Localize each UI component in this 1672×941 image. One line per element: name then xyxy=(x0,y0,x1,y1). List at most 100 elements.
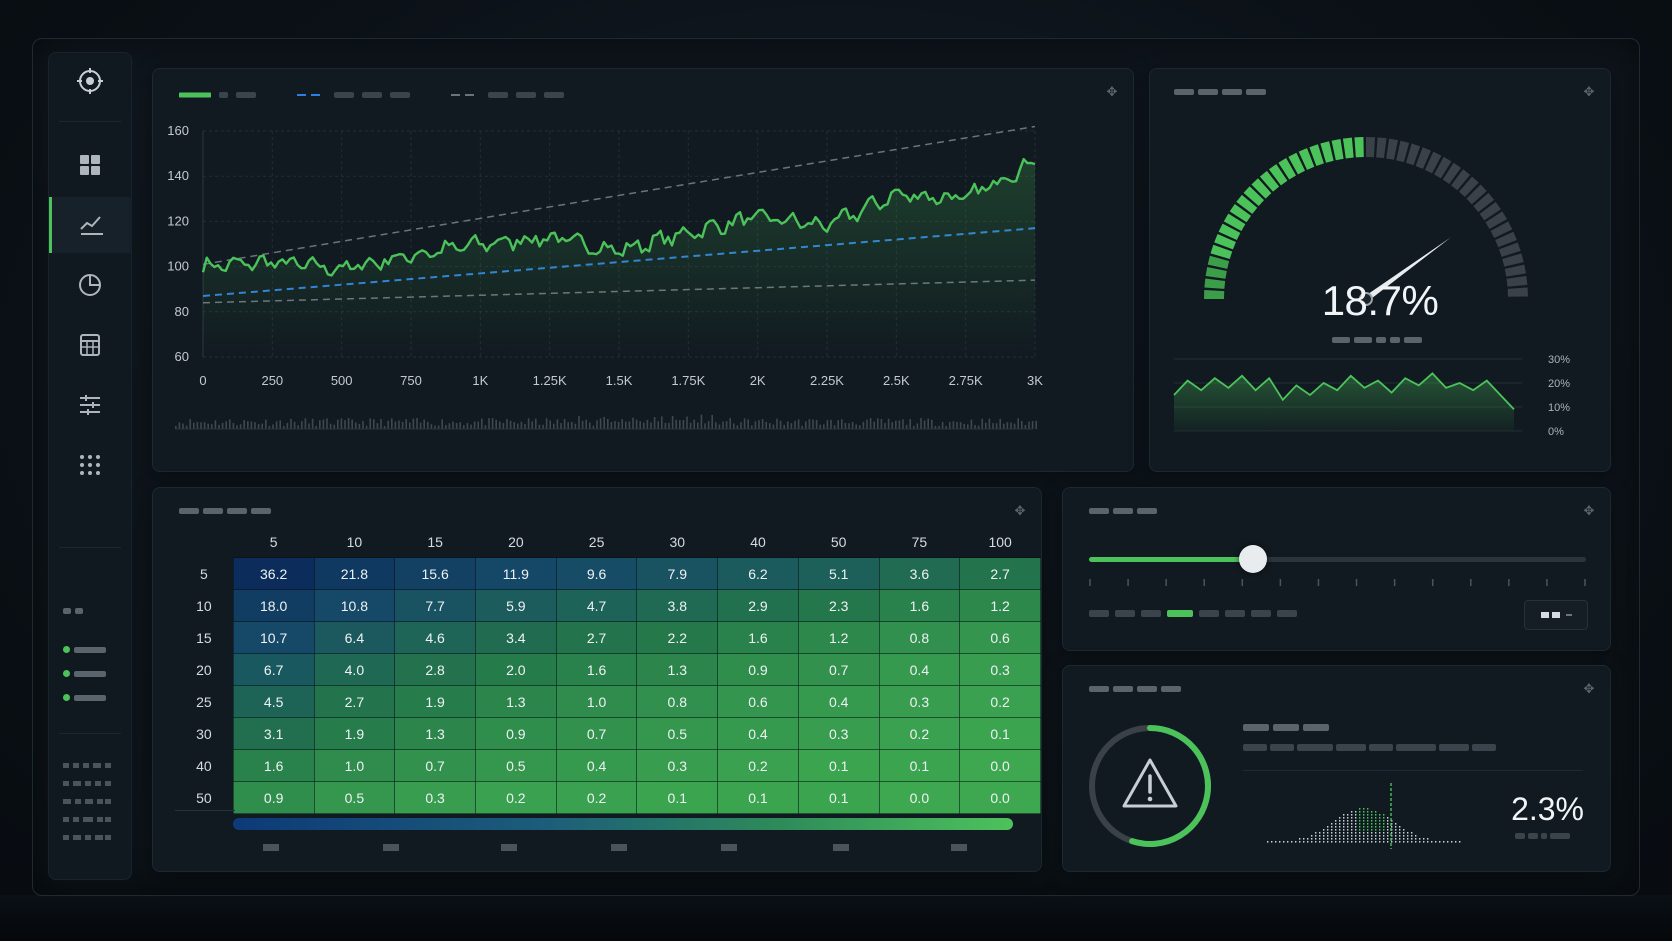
heatmap-cell[interactable]: 0.4 xyxy=(555,749,638,782)
move-handle-icon[interactable]: ✥ xyxy=(1582,85,1596,99)
volume-bar xyxy=(369,418,371,429)
heatmap-cell[interactable]: 0.0 xyxy=(959,781,1041,814)
heatmap-cell[interactable]: 5.9 xyxy=(474,589,557,622)
volume-bar xyxy=(743,418,746,429)
heatmap-cell[interactable]: 18.0 xyxy=(232,589,315,622)
distribution-dot xyxy=(1403,835,1405,837)
heatmap-cell[interactable]: 1.3 xyxy=(636,653,719,686)
heatmap-cell[interactable]: 5.1 xyxy=(797,557,880,590)
heatmap-cell[interactable]: 1.6 xyxy=(232,749,315,782)
heatmap-cell[interactable]: 1.3 xyxy=(394,717,476,750)
heatmap-cell[interactable]: 6.2 xyxy=(717,557,799,590)
heatmap-cell[interactable]: 4.7 xyxy=(555,589,638,622)
heatmap-cell[interactable]: 0.2 xyxy=(474,781,557,814)
heatmap-cell[interactable]: 0.8 xyxy=(878,621,961,654)
heatmap-cell[interactable]: 2.8 xyxy=(394,653,476,686)
heatmap-cell[interactable]: 3.1 xyxy=(232,717,315,750)
heatmap-cell[interactable]: 0.1 xyxy=(636,781,719,814)
heatmap-cell[interactable]: 0.9 xyxy=(474,717,557,750)
heatmap-cell[interactable]: 2.0 xyxy=(474,653,557,686)
heatmap-cell[interactable]: 0.5 xyxy=(474,749,557,782)
heatmap-cell[interactable]: 0.7 xyxy=(394,749,476,782)
heatmap-cell[interactable]: 2.7 xyxy=(959,557,1041,590)
heatmap-cell[interactable]: 1.6 xyxy=(555,653,638,686)
volume-bar xyxy=(574,423,577,429)
heatmap-cell[interactable]: 0.1 xyxy=(959,717,1041,750)
heatmap-cell[interactable]: 10.7 xyxy=(232,621,315,654)
heatmap-cell[interactable]: 1.2 xyxy=(797,621,880,654)
line-chart-icon[interactable] xyxy=(49,197,131,253)
heatmap-cell[interactable]: 0.0 xyxy=(959,749,1041,782)
heatmap-cell[interactable]: 0.3 xyxy=(878,685,961,718)
move-handle-icon[interactable]: ✥ xyxy=(1582,504,1596,518)
heatmap-cell[interactable]: 4.6 xyxy=(394,621,476,654)
heatmap-cell[interactable]: 0.8 xyxy=(636,685,719,718)
heatmap-cell[interactable]: 1.0 xyxy=(313,749,396,782)
heatmap-cell[interactable]: 1.6 xyxy=(878,589,961,622)
heatmap-cell[interactable]: 6.7 xyxy=(232,653,315,686)
sliders-icon[interactable] xyxy=(49,377,131,433)
calculator-icon[interactable] xyxy=(49,317,131,373)
distribution-dot xyxy=(1331,841,1333,843)
heatmap-cell[interactable]: 0.2 xyxy=(959,685,1041,718)
slider-value-box[interactable] xyxy=(1524,600,1588,630)
heatmap-cell[interactable]: 2.7 xyxy=(313,685,396,718)
heatmap-cell[interactable]: 3.8 xyxy=(636,589,719,622)
heatmap-cell[interactable]: 21.8 xyxy=(313,557,396,590)
heatmap-cell[interactable]: 0.2 xyxy=(555,781,638,814)
move-handle-icon[interactable]: ✥ xyxy=(1013,504,1027,518)
pie-chart-icon[interactable] xyxy=(49,257,131,313)
heatmap-cell[interactable]: 0.7 xyxy=(555,717,638,750)
heatmap-cell[interactable]: 2.7 xyxy=(555,621,638,654)
heatmap-cell[interactable]: 4.5 xyxy=(232,685,315,718)
heatmap-cell[interactable]: 0.2 xyxy=(717,749,799,782)
heatmap-cell[interactable]: 0.4 xyxy=(717,717,799,750)
heatmap-cell[interactable]: 9.6 xyxy=(555,557,638,590)
heatmap-cell[interactable]: 36.2 xyxy=(232,557,315,590)
heatmap-cell[interactable]: 1.3 xyxy=(474,685,557,718)
heatmap-cell[interactable]: 2.9 xyxy=(717,589,799,622)
apps-grid-icon[interactable] xyxy=(49,437,131,493)
move-handle-icon[interactable]: ✥ xyxy=(1582,682,1596,696)
heatmap-cell[interactable]: 3.6 xyxy=(878,557,961,590)
heatmap-cell[interactable]: 0.1 xyxy=(878,749,961,782)
heatmap-cell[interactable]: 1.0 xyxy=(555,685,638,718)
heatmap-cell[interactable]: 1.6 xyxy=(717,621,799,654)
heatmap-cell[interactable]: 1.2 xyxy=(959,589,1041,622)
distribution-dot xyxy=(1347,817,1349,819)
heatmap-cell[interactable]: 0.5 xyxy=(313,781,396,814)
heatmap-cell[interactable]: 6.4 xyxy=(313,621,396,654)
heatmap-cell[interactable]: 2.3 xyxy=(797,589,880,622)
heatmap-cell[interactable]: 2.2 xyxy=(636,621,719,654)
heatmap-cell[interactable]: 0.6 xyxy=(717,685,799,718)
heatmap-cell[interactable]: 7.7 xyxy=(394,589,476,622)
dashboard-grid-icon[interactable] xyxy=(49,137,131,193)
heatmap-cell[interactable]: 0.5 xyxy=(636,717,719,750)
heatmap-cell[interactable]: 11.9 xyxy=(474,557,557,590)
slider-thumb[interactable] xyxy=(1239,545,1267,573)
heatmap-cell[interactable]: 0.4 xyxy=(878,653,961,686)
heatmap-cell[interactable]: 0.0 xyxy=(878,781,961,814)
heatmap-cell[interactable]: 0.1 xyxy=(797,749,880,782)
heatmap-cell[interactable]: 0.9 xyxy=(232,781,315,814)
heatmap-cell[interactable]: 0.4 xyxy=(797,685,880,718)
heatmap-cell[interactable]: 0.3 xyxy=(797,717,880,750)
heatmap-cell[interactable]: 0.1 xyxy=(797,781,880,814)
heatmap-cell[interactable]: 1.9 xyxy=(313,717,396,750)
heatmap-cell[interactable]: 1.9 xyxy=(394,685,476,718)
target-icon[interactable] xyxy=(49,53,131,109)
heatmap-cell[interactable]: 10.8 xyxy=(313,589,396,622)
heatmap-cell[interactable]: 0.6 xyxy=(959,621,1041,654)
heatmap-cell[interactable]: 0.2 xyxy=(878,717,961,750)
heatmap-cell[interactable]: 15.6 xyxy=(394,557,476,590)
heatmap-cell[interactable]: 0.3 xyxy=(959,653,1041,686)
slider-track[interactable] xyxy=(1089,545,1586,573)
heatmap-cell[interactable]: 0.1 xyxy=(717,781,799,814)
heatmap-cell[interactable]: 0.9 xyxy=(717,653,799,686)
heatmap-cell[interactable]: 4.0 xyxy=(313,653,396,686)
heatmap-cell[interactable]: 7.9 xyxy=(636,557,719,590)
heatmap-cell[interactable]: 3.4 xyxy=(474,621,557,654)
heatmap-cell[interactable]: 0.7 xyxy=(797,653,880,686)
heatmap-cell[interactable]: 0.3 xyxy=(394,781,476,814)
heatmap-cell[interactable]: 0.3 xyxy=(636,749,719,782)
